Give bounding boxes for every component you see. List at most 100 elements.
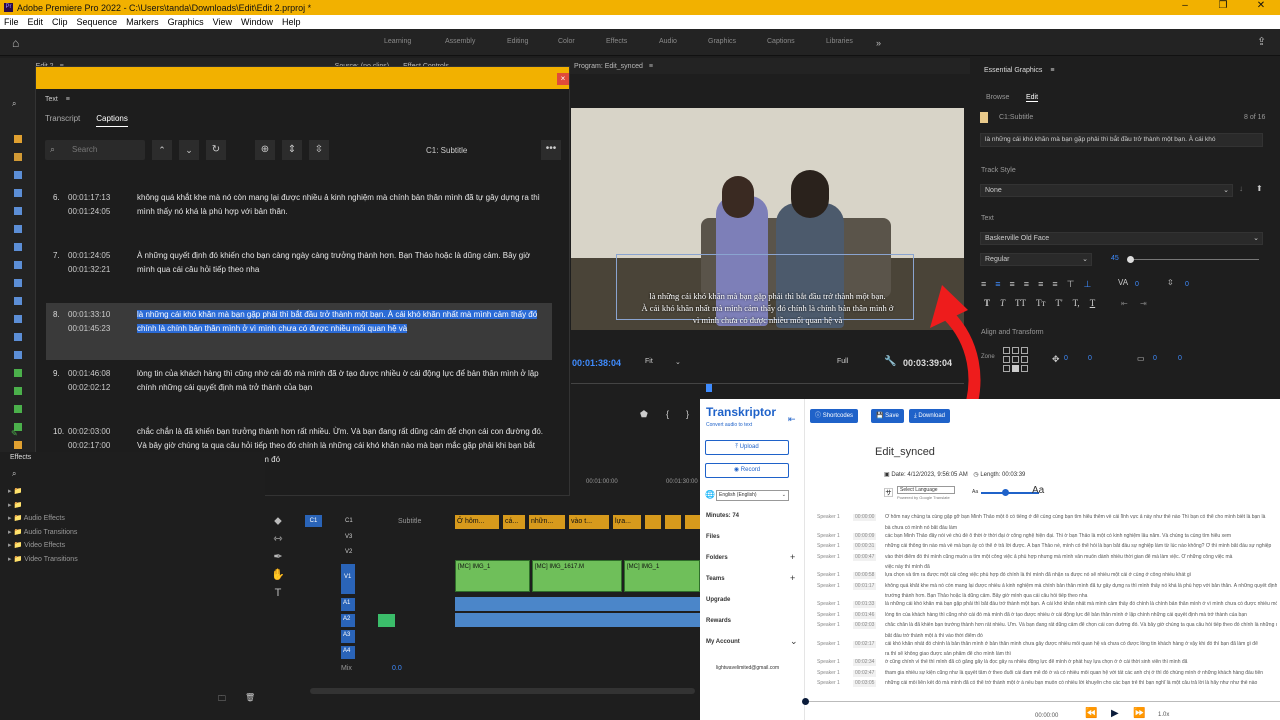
underline-icon[interactable]: T (1090, 298, 1096, 308)
font-size-slider[interactable] (1129, 259, 1259, 260)
video-clip[interactable]: [MC] IMG_1 (624, 560, 700, 592)
row-timestamp[interactable]: 00:00:31 (853, 543, 877, 550)
more-options-icon[interactable]: ••• (541, 140, 561, 160)
zone-cell[interactable] (1012, 347, 1019, 354)
tree-item-preset[interactable]: ▸ 📁 (8, 499, 78, 513)
playhead[interactable] (706, 384, 712, 392)
row-timestamp[interactable]: 00:02:47 (853, 669, 877, 677)
zone-cell[interactable] (1003, 356, 1010, 363)
tab-captions[interactable]: Captions (96, 114, 128, 127)
tracking-value[interactable]: 0 (1135, 281, 1139, 288)
pencil-icon[interactable]: ✎ (11, 429, 18, 438)
align-right-icon[interactable]: ≡ (1010, 279, 1015, 290)
justify-all-icon[interactable]: ≡ (1038, 279, 1043, 290)
zone-cell[interactable] (1003, 365, 1010, 372)
menu-window[interactable]: Window (241, 17, 273, 27)
audio-clip-a2[interactable] (455, 613, 700, 627)
upload-button[interactable]: ⤒ Upload (705, 440, 789, 455)
track-select-icon[interactable]: ⇿ (268, 530, 288, 548)
workspace-audio[interactable]: Audio (659, 38, 708, 48)
type-tool-icon[interactable]: T (268, 584, 288, 602)
bold-icon[interactable]: T (984, 298, 990, 308)
mix-value[interactable]: 0.0 (392, 665, 402, 672)
speaker-label[interactable]: Speaker 1 (817, 659, 840, 666)
video-clip[interactable]: [MC] IMG_1 (455, 560, 530, 592)
rewind-icon[interactable]: ⏪ (1085, 708, 1097, 719)
row-timestamp[interactable]: 00:01:17 (853, 582, 877, 590)
workspace-assembly[interactable]: Assembly (445, 38, 507, 48)
share-icon[interactable]: ⇪ (1257, 35, 1266, 48)
menu-graphics[interactable]: Graphics (168, 17, 204, 27)
timeline-scrollbar[interactable] (310, 688, 695, 694)
home-icon[interactable]: ⌂ (12, 36, 19, 50)
program-timecode[interactable]: 00:01:38:04 (572, 358, 621, 368)
caption-clip[interactable]: lựa... (613, 515, 641, 529)
replace-icon[interactable]: ↻ (206, 140, 226, 160)
caption-text[interactable]: không quá khắt khe mà nó còn mang lại đư… (137, 191, 547, 219)
more-workspaces-icon[interactable]: » (876, 38, 881, 48)
tab-transcript[interactable]: Transcript (45, 114, 80, 127)
step-back-icon[interactable]: { (666, 409, 669, 419)
caption-clip[interactable]: vào t... (569, 515, 609, 529)
workspace-learning[interactable]: Learning (384, 38, 445, 48)
row-text[interactable]: là những cái khó khăn mà bạn gặp phải th… (885, 601, 1277, 608)
zone-cell[interactable] (1021, 347, 1028, 354)
speaker-label[interactable]: Speaker 1 (817, 622, 840, 629)
tree-item-audio-effects[interactable]: ▸ 📁 Audio Effects (8, 512, 78, 526)
tree-item-video-effects[interactable]: ▸ 📁 Video Effects (8, 539, 78, 553)
audio-clip-a1[interactable] (455, 597, 700, 611)
panel-menu-icon[interactable]: ≡ (649, 63, 653, 70)
video-clip[interactable]: [MC] IMG_1617.M (532, 560, 622, 592)
row-text[interactable]: lòng tin của khách hàng thì cũng nhờ cái… (885, 612, 1277, 619)
font-size-value[interactable]: 45 (1111, 255, 1119, 262)
workspace-editing[interactable]: Editing (507, 38, 558, 48)
tree-item-video-transitions[interactable]: ▸ 📁 Video Transitions (8, 553, 78, 567)
panel-menu-icon[interactable]: ≡ (66, 96, 70, 103)
tree-item-preset[interactable]: ▸ 📁 (8, 485, 78, 499)
caption-clip[interactable] (665, 515, 681, 529)
row-text[interactable]: vào thời điểm đó thì mình cũng muốn a tì… (885, 554, 1277, 561)
caption-text-field[interactable]: là những cái khó khăn mà bạn gặp phải th… (980, 133, 1263, 147)
next-caption-icon[interactable]: ⌄ (179, 140, 199, 160)
effects-search-icon[interactable]: ⌕ (12, 469, 16, 479)
font-size-slider-thumb[interactable] (1127, 256, 1134, 263)
download-button[interactable]: ⤓ Download (909, 409, 951, 423)
justify-last-icon[interactable]: ≡ (1052, 279, 1057, 290)
position-x[interactable]: 0 (1064, 355, 1068, 362)
save-button[interactable]: 💾 Save (871, 409, 904, 423)
align-top-icon[interactable]: ⊤ (1067, 279, 1075, 290)
superscript-icon[interactable]: T' (1055, 298, 1062, 308)
speaker-label[interactable]: Speaker 1 (817, 583, 840, 590)
italic-icon[interactable]: T (1000, 298, 1005, 308)
all-caps-icon[interactable]: TT (1015, 298, 1026, 308)
speaker-label[interactable]: Speaker 1 (817, 641, 840, 648)
speaker-label[interactable]: Speaker 1 (817, 554, 840, 561)
translate-language-select[interactable]: Select Language (897, 486, 955, 494)
zone-grid[interactable] (1003, 347, 1028, 372)
selection-tool-icon[interactable]: ⬥ (268, 512, 288, 530)
row-text[interactable]: lựa chọn và tìm ra được một cái công việ… (885, 572, 1277, 579)
tab-width-icon[interactable]: ⇥ (1140, 299, 1147, 308)
caption-text[interactable]: À những quyết định đó khiến cho bạn càng… (137, 249, 547, 277)
mute-a2-button[interactable] (378, 614, 395, 627)
caption-row[interactable]: 7. 00:01:24:05 00:01:32:21 À những quyết … (46, 249, 552, 294)
caption-row[interactable]: 6. 00:01:17:13 00:01:24:05 không quá khắt… (46, 191, 552, 236)
subscript-icon[interactable]: T, (1073, 298, 1080, 308)
row-timestamp[interactable]: 00:02:17 (853, 640, 877, 648)
caption-search[interactable]: ⌕ Search (45, 140, 145, 160)
row-timestamp[interactable]: 00:00:09 (853, 532, 877, 540)
row-text[interactable]: bà chưa có mình nó bắt đầu làm (885, 525, 1277, 532)
minimize-icon[interactable]: – (1166, 0, 1204, 11)
position-icon[interactable]: ✥ (1052, 354, 1060, 365)
panel-menu-icon[interactable]: ≡ (1050, 67, 1054, 74)
workspace-color[interactable]: Color (558, 38, 606, 48)
speaker-label[interactable]: Speaker 1 (817, 612, 840, 619)
language-select[interactable]: English (English) ⌄ (716, 490, 789, 501)
player-progress-thumb[interactable] (802, 698, 809, 705)
split-caption-icon[interactable]: ⇕ (282, 140, 302, 160)
caption-clip[interactable] (685, 515, 700, 529)
row-text[interactable]: không quá khắt khe mà nó còn mang lại đư… (885, 583, 1277, 590)
caption-clip[interactable]: Ở hôm... (455, 515, 499, 529)
row-text[interactable]: bắt đầu trở thành một à thì vào thời điể… (885, 633, 1277, 640)
font-dropdown[interactable]: Baskerville Old Face ⌄ (980, 232, 1263, 245)
